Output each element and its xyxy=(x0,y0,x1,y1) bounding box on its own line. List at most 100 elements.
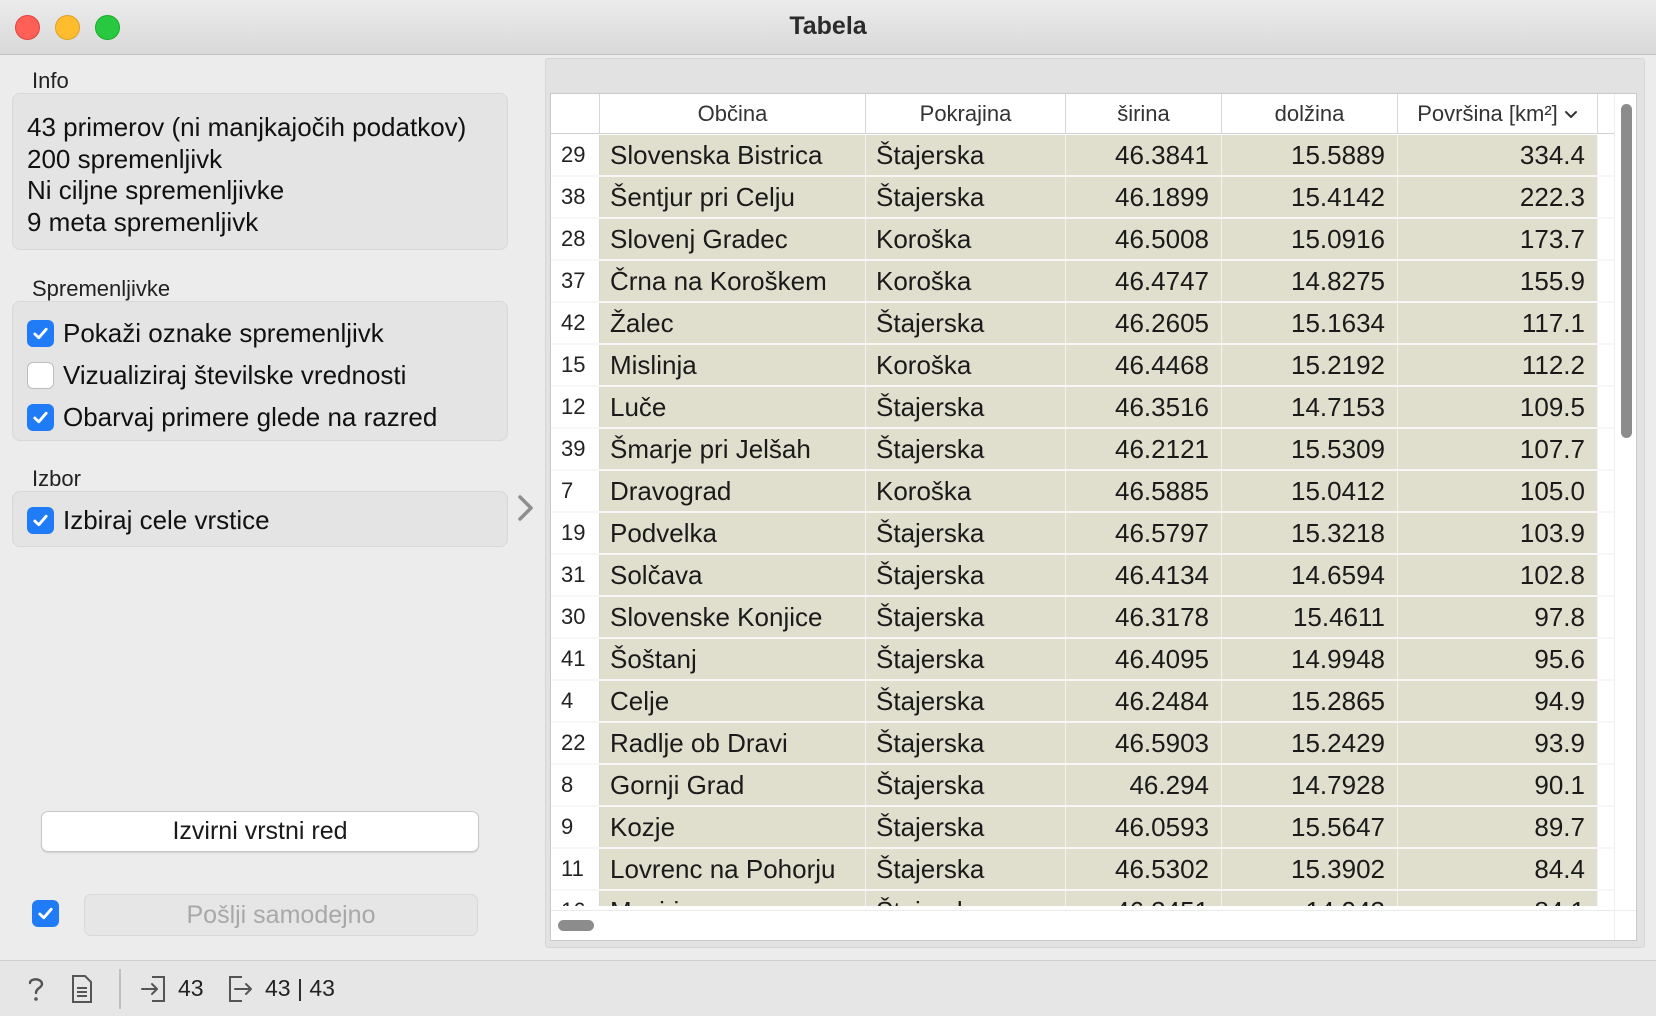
cell-sirina[interactable]: 46.4747 xyxy=(1066,261,1222,301)
cell-dolzina[interactable]: 14.7153 xyxy=(1222,387,1398,427)
cell-pokrajina[interactable]: Koroška xyxy=(866,219,1066,259)
cell-obcina[interactable]: Mozirje xyxy=(600,891,866,906)
row-index[interactable]: 39 xyxy=(551,429,600,469)
help-icon[interactable] xyxy=(22,973,50,1005)
cell-sirina[interactable]: 46.3841 xyxy=(1066,135,1222,175)
cell-pokrajina[interactable]: Štajerska xyxy=(866,639,1066,679)
cell-pokrajina[interactable]: Štajerska xyxy=(866,135,1066,175)
table-row[interactable]: 39 Šmarje pri Jelšah Štajerska 46.2121 15.53… xyxy=(551,429,1615,471)
cell-sirina[interactable]: 46.2605 xyxy=(1066,303,1222,343)
table-row[interactable]: 16MozirjeŠtajerska46.345114.94384.1 xyxy=(551,891,1615,906)
cell-pokrajina[interactable]: Štajerska xyxy=(866,849,1066,889)
cell-sirina[interactable]: 46.4134 xyxy=(1066,555,1222,595)
visualize-numeric-checkbox[interactable] xyxy=(27,361,54,389)
table-row[interactable]: 31 Solčava Štajerska 46.4134 14.6594 102.8 xyxy=(551,555,1615,597)
select-full-rows-checkbox[interactable] xyxy=(27,506,54,534)
cell-obcina[interactable]: Lovrenc na Pohorju xyxy=(600,849,866,889)
cell-pokrajina[interactable]: Štajerska xyxy=(866,429,1066,469)
cell-dolzina[interactable]: 15.4611 xyxy=(1222,597,1398,637)
cell-povrsina[interactable]: 222.3 xyxy=(1398,177,1598,217)
table-row[interactable]: 9 Kozje Štajerska 46.0593 15.5647 89.7 xyxy=(551,807,1615,849)
table-row[interactable]: 42 Žalec Štajerska 46.2605 15.1634 117.1 xyxy=(551,303,1615,345)
cell-dolzina[interactable]: 14.7928 xyxy=(1222,765,1398,805)
row-index[interactable]: 41 xyxy=(551,639,600,679)
row-header-corner[interactable] xyxy=(551,94,600,134)
cell-povrsina[interactable]: 173.7 xyxy=(1398,219,1598,259)
table-row[interactable]: 30 Slovenske Konjice Štajerska 46.3178 15.46… xyxy=(551,597,1615,639)
row-index[interactable]: 37 xyxy=(551,261,600,301)
row-index[interactable]: 8 xyxy=(551,765,600,805)
cell-sirina[interactable]: 46.4095 xyxy=(1066,639,1222,679)
cell-dolzina[interactable]: 15.3218 xyxy=(1222,513,1398,553)
cell-sirina[interactable]: 46.4468 xyxy=(1066,345,1222,385)
table-row[interactable]: 38 Šentjur pri Celju Štajerska 46.1899 15.41… xyxy=(551,177,1615,219)
cell-povrsina[interactable]: 95.6 xyxy=(1398,639,1598,679)
horizontal-scrollbar-thumb[interactable] xyxy=(558,920,594,931)
cell-pokrajina[interactable]: Štajerska xyxy=(866,555,1066,595)
vertical-scrollbar[interactable] xyxy=(1614,94,1636,914)
column-header-pokrajina[interactable]: Pokrajina xyxy=(866,94,1066,134)
cell-povrsina[interactable]: 109.5 xyxy=(1398,387,1598,427)
send-automatically-button[interactable]: Pošlji samodejno xyxy=(84,894,478,936)
column-header-obcina[interactable]: Občina xyxy=(600,94,866,134)
cell-pokrajina[interactable]: Koroška xyxy=(866,261,1066,301)
cell-povrsina[interactable]: 90.1 xyxy=(1398,765,1598,805)
show-variable-labels-option[interactable]: Pokaži oznake spremenljivk xyxy=(27,317,384,349)
table-row[interactable]: 29 Slovenska Bistrica Štajerska 46.3841 15.5… xyxy=(551,135,1615,177)
cell-pokrajina[interactable]: Štajerska xyxy=(866,513,1066,553)
cell-sirina[interactable]: 46.3516 xyxy=(1066,387,1222,427)
vertical-scrollbar-thumb[interactable] xyxy=(1621,104,1632,438)
cell-sirina[interactable]: 46.5885 xyxy=(1066,471,1222,511)
cell-povrsina[interactable]: 97.8 xyxy=(1398,597,1598,637)
show-variable-labels-checkbox[interactable] xyxy=(27,319,54,347)
row-index[interactable]: 38 xyxy=(551,177,600,217)
visualize-numeric-option[interactable]: Vizualiziraj številske vrednosti xyxy=(27,359,406,391)
table-row[interactable]: 22 Radlje ob Dravi Štajerska 46.5903 15.2429… xyxy=(551,723,1615,765)
cell-obcina[interactable]: Radlje ob Dravi xyxy=(600,723,866,763)
cell-povrsina[interactable]: 103.9 xyxy=(1398,513,1598,553)
horizontal-scrollbar[interactable] xyxy=(551,910,1615,940)
cell-dolzina[interactable]: 15.0916 xyxy=(1222,219,1398,259)
column-header-dolzina[interactable]: dolžina xyxy=(1222,94,1398,134)
cell-dolzina[interactable]: 15.3902 xyxy=(1222,849,1398,889)
table-row[interactable]: 37 Črna na Koroškem Koroška 46.4747 14.8275 1… xyxy=(551,261,1615,303)
cell-dolzina[interactable]: 15.5309 xyxy=(1222,429,1398,469)
data-table[interactable]: Občina Pokrajina širina dolžina Površina… xyxy=(550,93,1637,941)
cell-povrsina[interactable]: 84.1 xyxy=(1398,891,1598,906)
cell-dolzina[interactable]: 15.0412 xyxy=(1222,471,1398,511)
cell-povrsina[interactable]: 155.9 xyxy=(1398,261,1598,301)
chevron-right-icon[interactable] xyxy=(514,492,538,524)
cell-obcina[interactable]: Šentjur pri Celju xyxy=(600,177,866,217)
cell-pokrajina[interactable]: Štajerska xyxy=(866,177,1066,217)
row-index[interactable]: 30 xyxy=(551,597,600,637)
send-automatically-checkbox[interactable] xyxy=(32,900,59,927)
cell-obcina[interactable]: Šmarje pri Jelšah xyxy=(600,429,866,469)
table-row[interactable]: 41 Šoštanj Štajerska 46.4095 14.9948 95.6 xyxy=(551,639,1615,681)
cell-sirina[interactable]: 46.5903 xyxy=(1066,723,1222,763)
cell-sirina[interactable]: 46.2484 xyxy=(1066,681,1222,721)
cell-pokrajina[interactable]: Štajerska xyxy=(866,723,1066,763)
row-index[interactable]: 28 xyxy=(551,219,600,259)
table-row[interactable]: 15 Mislinja Koroška 46.4468 15.2192 112.2 xyxy=(551,345,1615,387)
cell-dolzina[interactable]: 14.943 xyxy=(1222,891,1398,906)
color-by-class-checkbox[interactable] xyxy=(27,403,54,431)
cell-dolzina[interactable]: 15.2865 xyxy=(1222,681,1398,721)
row-index[interactable]: 42 xyxy=(551,303,600,343)
cell-sirina[interactable]: 46.294 xyxy=(1066,765,1222,805)
cell-obcina[interactable]: Slovenska Bistrica xyxy=(600,135,866,175)
row-index[interactable]: 15 xyxy=(551,345,600,385)
cell-obcina[interactable]: Celje xyxy=(600,681,866,721)
cell-obcina[interactable]: Slovenj Gradec xyxy=(600,219,866,259)
cell-obcina[interactable]: Črna na Koroškem xyxy=(600,261,866,301)
cell-povrsina[interactable]: 93.9 xyxy=(1398,723,1598,763)
cell-povrsina[interactable]: 105.0 xyxy=(1398,471,1598,511)
cell-sirina[interactable]: 46.5797 xyxy=(1066,513,1222,553)
cell-obcina[interactable]: Solčava xyxy=(600,555,866,595)
table-row[interactable]: 4 Celje Štajerska 46.2484 15.2865 94.9 xyxy=(551,681,1615,723)
cell-sirina[interactable]: 46.2121 xyxy=(1066,429,1222,469)
cell-sirina[interactable]: 46.5008 xyxy=(1066,219,1222,259)
table-row[interactable]: 19 Podvelka Štajerska 46.5797 15.3218 103.9 xyxy=(551,513,1615,555)
cell-pokrajina[interactable]: Štajerska xyxy=(866,681,1066,721)
cell-povrsina[interactable]: 94.9 xyxy=(1398,681,1598,721)
row-index[interactable]: 29 xyxy=(551,135,600,175)
